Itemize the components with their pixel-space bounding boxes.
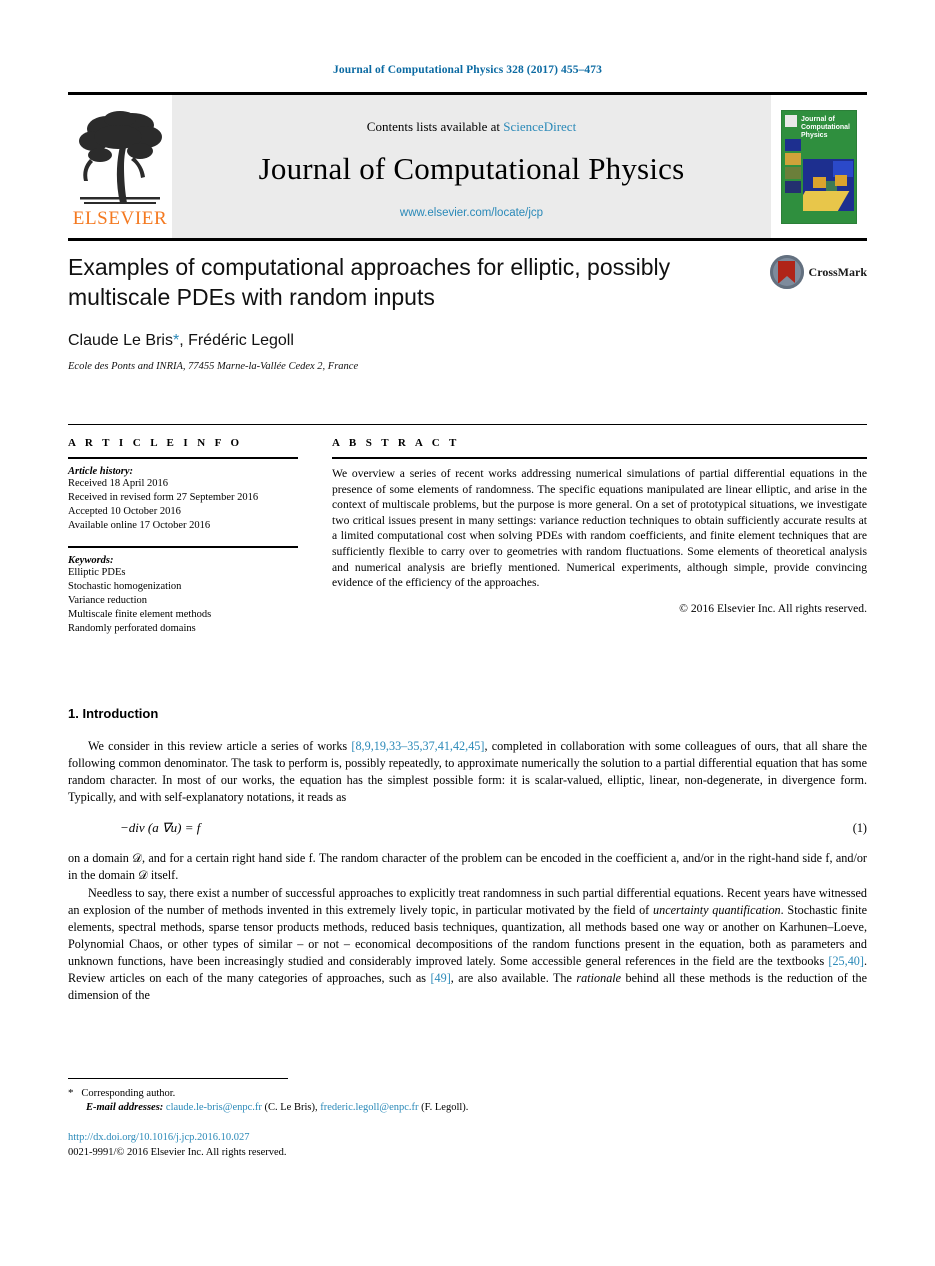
sciencedirect-link[interactable]: ScienceDirect [503, 119, 576, 134]
keyword-item: Elliptic PDEs [68, 567, 126, 578]
equation-1: −div (a ∇u) = f [120, 820, 201, 836]
crossmark-badge[interactable]: CrossMark [769, 255, 867, 289]
keyword-item: Variance reduction [68, 595, 148, 606]
equation-1-row: −div (a ∇u) = f (1) [68, 820, 867, 836]
journal-title: Journal of Computational Physics [258, 150, 685, 186]
email-owner-le-bris: (C. Le Bris), [264, 1102, 318, 1113]
author-secondary: , Frédéric Legoll [179, 332, 294, 349]
doi-link[interactable]: http://dx.doi.org/10.1016/j.jcp.2016.10.… [68, 1131, 867, 1146]
elsevier-logo: ELSEVIER [68, 95, 172, 238]
contents-available-line: Contents lists available at ScienceDirec… [367, 119, 576, 135]
keywords-label: Keywords: [68, 555, 114, 566]
document-footer: http://dx.doi.org/10.1016/j.jcp.2016.10.… [68, 1131, 867, 1160]
citation-reference[interactable]: [49] [430, 971, 450, 985]
journal-masthead: ELSEVIER Contents lists available at Sci… [68, 92, 867, 241]
page-title: Examples of computational approaches for… [68, 254, 671, 310]
abstract-column: A B S T R A C T We overview a series of … [332, 437, 867, 636]
para3-italic-rationale: rationale [576, 971, 622, 986]
history-received: Received 18 April 2016 [68, 478, 169, 489]
abstract-heading: A B S T R A C T [332, 437, 460, 449]
keyword-item: Randomly perforated domains [68, 623, 196, 634]
section-heading-introduction: 1. Introduction [68, 706, 159, 721]
elsevier-wordmark: ELSEVIER [72, 208, 168, 229]
footnote-corresponding-author: * Corresponding author. [68, 1086, 867, 1101]
crossmark-icon [769, 255, 804, 289]
affiliation: Ecole des Ponts and INRIA, 77455 Marne-l… [68, 361, 359, 372]
para1-part-a: We consider in this review article a ser… [88, 739, 352, 753]
elsevier-tree-icon [74, 107, 166, 207]
keyword-item: Multiscale finite element methods [68, 609, 212, 620]
cover-thumbnail-strip [785, 138, 801, 195]
masthead-band: Contents lists available at ScienceDirec… [172, 95, 771, 238]
keywords-block: Keywords: Elliptic PDEs Stochastic homog… [68, 555, 298, 636]
footnote-divider [68, 1078, 288, 1079]
article-body: 1. Introduction We consider in this revi… [68, 706, 867, 1004]
abstract-text: We overview a series of recent works add… [332, 467, 867, 590]
title-block: Examples of computational approaches for… [68, 252, 867, 372]
history-online: Available online 17 October 2016 [68, 520, 211, 531]
para3-part-d: , are also available. The [450, 971, 577, 986]
article-info-rule [68, 457, 298, 459]
journal-homepage-link[interactable]: www.elsevier.com/locate/jcp [400, 207, 543, 219]
cover-artwork: Journal of Computational Physics [781, 109, 857, 224]
citation-reference[interactable]: [25,40] [828, 954, 864, 968]
info-abstract-area: A R T I C L E I N F O Article history: R… [68, 437, 867, 636]
title-divider [68, 424, 867, 425]
article-page: Journal of Computational Physics 328 (20… [0, 0, 935, 1266]
citation-reference[interactable]: [8,9,19,33–35,37,41,42,45] [351, 739, 484, 753]
cover-publisher-mark-icon [785, 114, 797, 127]
crossmark-label: CrossMark [808, 264, 867, 279]
footnote-emails: E-mail addresses: claude.le-bris@enpc.fr… [68, 1101, 867, 1115]
footnote-corresponding-text: Corresponding author. [81, 1088, 176, 1099]
history-accepted: Accepted 10 October 2016 [68, 506, 181, 517]
history-revised: Received in revised form 27 September 20… [68, 492, 259, 503]
paragraph-intro-1: We consider in this review article a ser… [68, 738, 867, 806]
author-primary: Claude Le Bris [68, 332, 173, 349]
article-info-heading: A R T I C L E I N F O [68, 437, 243, 449]
author-list: Claude Le Bris*, Frédéric Legoll [68, 332, 867, 350]
issn-copyright-line: 0021-9991/© 2016 Elsevier Inc. All right… [68, 1146, 287, 1158]
contents-prefix: Contents lists available at [366, 118, 504, 134]
journal-cover-thumbnail[interactable]: Journal of Computational Physics [771, 95, 867, 238]
abstract-copyright: © 2016 Elsevier Inc. All rights reserved… [679, 601, 867, 615]
cover-main-graphic [803, 158, 854, 211]
paragraph-intro-3: Needless to say, there exist a number of… [68, 885, 867, 1005]
running-head: Journal of Computational Physics 328 (20… [333, 64, 602, 76]
email-link-le-bris[interactable]: claude.le-bris@enpc.fr [166, 1102, 262, 1113]
article-history-label: Article history: [68, 466, 134, 477]
para3-italic-uncertainty-quantification: uncertainty quantification [653, 902, 781, 917]
cover-title-text: Journal of Computational Physics [801, 115, 850, 139]
email-link-legoll[interactable]: frederic.legoll@enpc.fr [320, 1102, 418, 1113]
abstract-rule [332, 457, 867, 459]
footnote-star-marker: * [68, 1087, 74, 1099]
column-gutter [298, 437, 332, 636]
email-addresses-label: E-mail addresses: [86, 1102, 164, 1113]
keyword-item: Stochastic homogenization [68, 581, 182, 592]
keywords-rule [68, 546, 298, 548]
equation-1-number: (1) [852, 821, 867, 836]
footnote-block: * Corresponding author. E-mail addresses… [68, 1086, 867, 1115]
paragraph-intro-2: on a domain 𝒟, and for a certain right h… [68, 851, 867, 883]
article-info-column: A R T I C L E I N F O Article history: R… [68, 437, 298, 636]
email-owner-legoll: (F. Legoll). [421, 1102, 469, 1113]
